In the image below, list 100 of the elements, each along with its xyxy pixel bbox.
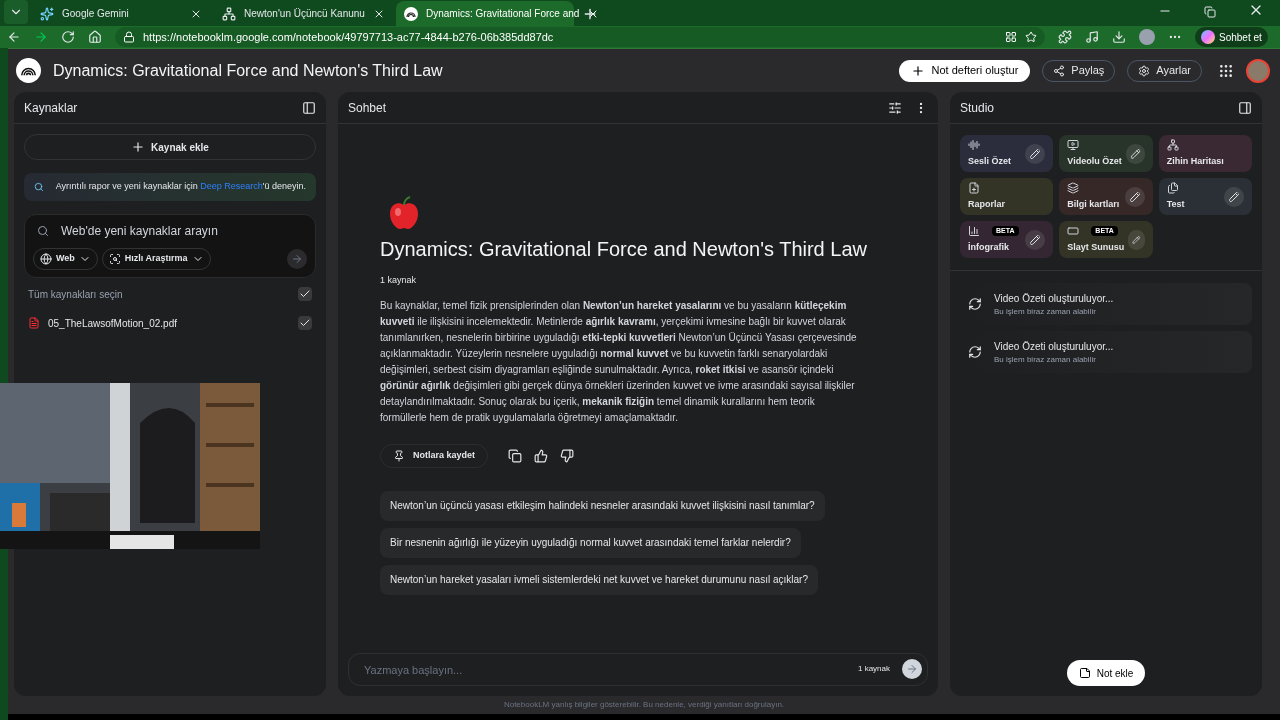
- bar-chart-icon: [968, 224, 980, 237]
- tile-label: Test: [1166, 197, 1186, 211]
- thumbs-up-icon[interactable]: [534, 448, 549, 463]
- job-title: Video Özeti oluşturuluyor...: [994, 291, 1114, 306]
- tune-icon[interactable]: [888, 100, 902, 115]
- tile-label: Zihin Haritası: [1166, 154, 1225, 168]
- home-icon[interactable]: [88, 30, 102, 44]
- studio-tile[interactable]: Raporlar: [960, 178, 1054, 215]
- collapse-icon[interactable]: [302, 100, 316, 115]
- tile-label: Slayt Sunusu: [1067, 240, 1125, 254]
- edit-icon[interactable]: [1224, 186, 1244, 207]
- panel-title: Studio: [960, 99, 995, 117]
- tile-label: Bilgi kartları: [1067, 197, 1121, 211]
- edit-icon[interactable]: [1025, 143, 1046, 164]
- browser-tab[interactable]: Newton'un Üçüncü Kanunu: [214, 1, 392, 26]
- checkbox[interactable]: [298, 287, 312, 301]
- source-count: 1 kaynak: [380, 274, 417, 287]
- globe-icon: [40, 253, 52, 265]
- url-text: https://notebooklm.google.com/notebook/49797713-ac77-4844-b276-06b385dd87dc: [143, 29, 555, 45]
- suggestion-chip[interactable]: Newton’un üçüncü yasası etkileşim halindeki nesneler arasındaki kuvvet ilişkisini nasıl tanımlar?: [380, 490, 825, 521]
- address-bar[interactable]: https://notebooklm.google.com/notebook/49797713-ac77-4844-b276-06b385dd87dc: [115, 27, 1045, 47]
- loading-icon: [968, 297, 982, 311]
- download-icon[interactable]: [1112, 30, 1126, 44]
- logo-icon: [404, 6, 418, 21]
- select-all-label: Tüm kaynakları seçin: [28, 287, 123, 302]
- send-icon[interactable]: [902, 659, 922, 679]
- add-note-button[interactable]: Not ekle: [1066, 660, 1146, 686]
- plus-icon: [911, 63, 926, 78]
- video-icon: [1067, 138, 1080, 151]
- job-subtitle: Bu işlem biraz zaman alabilir: [994, 353, 1097, 366]
- apps-icon[interactable]: [1218, 62, 1234, 79]
- tile-label: İnfografik: [968, 240, 1010, 254]
- tab-title: Dynamics: Gravitational Force and: [426, 7, 580, 21]
- panel-title: Sohbet: [348, 99, 388, 117]
- copilot-icon: [1201, 30, 1215, 44]
- media-icon[interactable]: [1085, 30, 1099, 44]
- new-tab-icon[interactable]: [582, 6, 598, 22]
- apple-icon: [388, 196, 420, 230]
- account-avatar[interactable]: [1246, 58, 1270, 83]
- tab-list-icon[interactable]: [4, 0, 28, 24]
- deep-research-link[interactable]: Deep Research: [200, 181, 263, 192]
- suggestion-chip[interactable]: Newton’un hareket yasaları ivmeli sistemlerdeki net kuvvet ve hareket durumunu nasıl açıklar?: [380, 564, 818, 595]
- settings-icon: [1138, 64, 1151, 77]
- edit-icon[interactable]: [1128, 229, 1145, 250]
- job-subtitle: Bu işlem biraz zaman alabilir: [994, 305, 1097, 318]
- profile-avatar[interactable]: [1139, 29, 1155, 45]
- waveform-icon: [968, 138, 980, 151]
- loading-icon: [968, 345, 982, 359]
- apps-icon[interactable]: [1005, 31, 1017, 43]
- edit-icon[interactable]: [1124, 186, 1145, 207]
- panel-title: Kaynaklar: [24, 99, 78, 117]
- extension-icon[interactable]: [1058, 30, 1072, 44]
- summary-text: Bu kaynaklar, temel fizik prensiplerinden olan Newton’un hareket yasalarını ve bu yasaların kütleçekim kuvveti ile ilişkisini incelemektedir. Metinlerde ağırlık kavramı, yerçekimi ivmesine bağlı bir kuvvet olarak tanımlanırken, nesnelerin birbirine uyguladığı etki-tepki kuvvetleri Newton’un Üçüncü Yasası çerçevesinde açıklanmaktadır. Yüzeylerin nesnelere uyguladığı normal kuvvet ve bu kuvvetin farklı senaryolardaki değişimleri, serbest cisim diyagramları eşliğinde sunulmaktadır. Ayrıca, roket itkisi ve asansör içindeki görünür ağırlık değişimleri gibi gerçek dünya örnekleri üzerinden kuvvet ve ivme arasındaki sayısal ilişkiler detaylandırılmaktadır. Sonuç olarak bu içerik, mekanik fiziğin temel dinamik kurallarını hem teorik formüllerle hem de pratik uygulamalarla öğretmeyi amaçlamaktadır.: [380, 298, 858, 425]
- restore-icon[interactable]: [1204, 6, 1216, 18]
- search-field[interactable]: Web'de yeni kaynaklar arayın: [61, 222, 303, 240]
- tab-title: Newton'un Üçüncü Kanunu: [244, 7, 365, 21]
- studio-tile[interactable]: Zihin Haritası: [1158, 135, 1252, 172]
- collapse-icon[interactable]: [1238, 100, 1252, 115]
- copy-icon[interactable]: [508, 448, 523, 463]
- edit-icon[interactable]: [1125, 143, 1145, 164]
- back-icon[interactable]: [7, 30, 21, 44]
- copilot-button[interactable]: Sohbet et: [1195, 27, 1268, 47]
- tile-label: Raporlar: [968, 197, 1006, 211]
- report-icon: [968, 181, 980, 194]
- notebook-title: Dynamics: Gravitational Force and Newton's Third Law: [53, 60, 443, 81]
- suggestion-chip[interactable]: Bir nesnenin ağırlığı ile yüzeyin uyguladığı normal kuvvet arasındaki temel farklar nelerdir?: [380, 527, 801, 558]
- disclaimer-text: NotebookLM yanlış bilgiler gösterebilir. Bu nedenle, verdiği yanıtları doğrulayın.: [503, 699, 785, 711]
- pdf-icon: [28, 317, 40, 329]
- source-name[interactable]: 05_TheLawsofMotion_02.pdf: [48, 315, 290, 331]
- checkbox[interactable]: [298, 316, 312, 330]
- tab-title: Google Gemini: [62, 7, 130, 21]
- notebook-heading: Dynamics: Gravitational Force and Newton's Third Law: [380, 237, 867, 262]
- job-title: Video Özeti oluşturuluyor...: [994, 339, 1114, 354]
- quiz-icon: [1166, 181, 1179, 194]
- tile-label: Videolu Özet: [1067, 154, 1122, 168]
- browser-tab[interactable]: Google Gemini: [32, 1, 210, 26]
- studio-tile[interactable]: Sesli Özet: [960, 135, 1054, 172]
- note-icon: [1078, 667, 1091, 679]
- share-icon: [1053, 64, 1066, 77]
- studio-tile[interactable]: Test: [1158, 178, 1252, 215]
- lock-icon: [123, 31, 135, 43]
- star-icon[interactable]: [1025, 31, 1037, 43]
- tile-label: Sesli Özet: [968, 154, 1013, 168]
- magnifier-icon: [34, 181, 44, 193]
- studio-tile[interactable]: Bilgi kartları: [1059, 178, 1153, 215]
- create-notebook-button[interactable]: Not defteri oluştur: [899, 59, 1031, 82]
- slide-icon: [1067, 224, 1080, 237]
- search-icon: [37, 225, 49, 237]
- studio-tile[interactable]: Videolu Özet: [1059, 135, 1153, 172]
- source-count: 1 kaynak: [857, 663, 890, 675]
- pin-icon: [393, 449, 405, 462]
- thumbs-down-icon[interactable]: [560, 448, 575, 463]
- sparkle-icon: [40, 6, 54, 21]
- cards-icon: [1067, 181, 1080, 194]
- plus-icon: [131, 140, 146, 154]
- reload-icon[interactable]: [61, 30, 75, 44]
- edit-icon[interactable]: [1025, 229, 1046, 250]
- forward-icon[interactable]: [34, 30, 48, 44]
- mind-map-icon: [1166, 138, 1179, 151]
- banner-text: Ayrıntılı rapor ve yeni kaynaklar için Deep Research'ü deneyin.: [55, 180, 306, 194]
